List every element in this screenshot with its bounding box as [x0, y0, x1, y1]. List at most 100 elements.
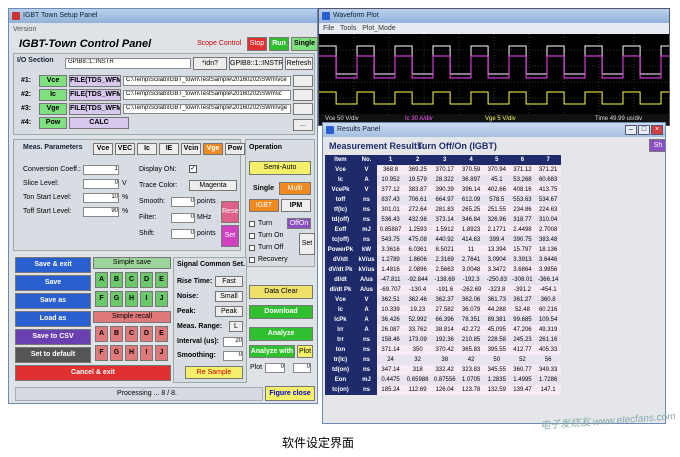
igbt-button[interactable]: IGBT: [249, 199, 279, 212]
turn-toggle[interactable]: OffOn: [287, 218, 311, 229]
menu-plot-mode[interactable]: Plot_Mode: [362, 25, 395, 32]
savegrid-slot-i[interactable]: I: [140, 291, 153, 307]
noise-select[interactable]: Small: [215, 291, 243, 302]
gpib-select-button[interactable]: GPIB8::1::INSTR: [229, 57, 283, 70]
savegrid-slot-h[interactable]: H: [125, 291, 138, 307]
browse-button-extra[interactable]: ...: [293, 119, 313, 131]
rise-time-select[interactable]: Fast: [215, 276, 243, 287]
plot-button[interactable]: Plot: [297, 345, 313, 358]
channel-source-button[interactable]: FILE(TDS_WFM): [69, 75, 121, 87]
recallgrid-slot-g[interactable]: G: [110, 345, 123, 361]
savegrid-slot-c[interactable]: C: [125, 272, 138, 288]
set-default-button[interactable]: Set to default: [15, 347, 91, 363]
channel-source-button[interactable]: FILE(TDS_WFM): [69, 103, 121, 115]
savegrid-slot-a[interactable]: A: [95, 272, 108, 288]
turn-off-checkbox[interactable]: [249, 245, 255, 251]
minimize-icon[interactable]: –: [625, 125, 637, 135]
savegrid-slot-d[interactable]: D: [140, 272, 153, 288]
ipm-button[interactable]: IPM: [281, 199, 311, 212]
recallgrid-slot-d[interactable]: D: [140, 326, 153, 342]
param-tab-vec[interactable]: VEC: [115, 143, 135, 155]
operation-set-button[interactable]: Set: [299, 233, 315, 255]
channel-path-input[interactable]: C:\Temp\Scilab\IGBT_town\TestSample\2016…: [123, 76, 291, 86]
plot-input-1[interactable]: 0: [265, 363, 285, 373]
channel-path-input[interactable]: C:\Temp\Scilab\IGBT_town\TestSample\2016…: [123, 104, 291, 114]
idn-button[interactable]: *idn?: [193, 57, 227, 70]
conv-coeff-input[interactable]: 1: [83, 165, 119, 175]
recallgrid-slot-j[interactable]: J: [155, 345, 168, 361]
save-exit-button[interactable]: Save & exit: [15, 257, 91, 273]
semi-auto-button[interactable]: Semi-Auto: [249, 161, 311, 175]
param-tab-ie[interactable]: IE: [159, 143, 179, 155]
maximize-icon[interactable]: □: [638, 125, 650, 135]
trace-color-select[interactable]: Magenta: [189, 180, 237, 191]
recallgrid-slot-f[interactable]: F: [95, 345, 108, 361]
reset-button[interactable]: Reset: [221, 201, 239, 223]
filter-input[interactable]: 0: [171, 213, 195, 223]
cancel-exit-button[interactable]: Cancel & exit: [15, 365, 171, 381]
single-button[interactable]: Single: [291, 37, 318, 51]
browse-button[interactable]: [293, 75, 313, 87]
channel-name-button[interactable]: Pow: [39, 117, 67, 129]
shift-input[interactable]: 0: [171, 229, 195, 239]
channel-name-button[interactable]: Vge: [39, 103, 67, 115]
param-tab-vcin[interactable]: Vcin: [181, 143, 201, 155]
browse-button[interactable]: [293, 103, 313, 115]
browse-button[interactable]: [293, 89, 313, 101]
peak-select[interactable]: Peak: [215, 306, 243, 317]
run-button[interactable]: Run: [269, 37, 289, 51]
recallgrid-slot-h[interactable]: H: [125, 345, 138, 361]
data-clear-button[interactable]: Data Clear: [249, 285, 313, 299]
channel-source-button[interactable]: CALC: [69, 117, 129, 129]
recallgrid-slot-a[interactable]: A: [95, 326, 108, 342]
meas-range-select[interactable]: L: [229, 321, 243, 332]
smoothing-input[interactable]: 0: [223, 351, 243, 361]
param-tab-pow[interactable]: Pow: [225, 143, 245, 155]
slice-level-input[interactable]: 0: [83, 179, 119, 189]
interval-input[interactable]: 20: [223, 337, 243, 347]
savegrid-slot-b[interactable]: B: [110, 272, 123, 288]
recallgrid-slot-i[interactable]: I: [140, 345, 153, 361]
analyze-button[interactable]: Analyze: [249, 327, 313, 341]
channel-source-button[interactable]: FILE(TDS_WFM): [69, 89, 121, 101]
turn-checkbox[interactable]: [249, 221, 255, 227]
side-tab[interactable]: Sh: [649, 139, 665, 152]
ton-input[interactable]: 10: [83, 193, 119, 203]
channel-name-button[interactable]: Ic: [39, 89, 67, 101]
stop-button[interactable]: Stop: [247, 37, 267, 51]
channel-name-button[interactable]: Vce: [39, 75, 67, 87]
figure-close-button[interactable]: Figure close: [265, 386, 315, 401]
smooth-input[interactable]: 0: [171, 197, 195, 207]
gpib-address-input[interactable]: GPIB8::1::INSTR: [65, 58, 191, 69]
toff-input[interactable]: 90: [83, 207, 119, 217]
load-as-button[interactable]: Load as: [15, 311, 91, 327]
savegrid-slot-j[interactable]: J: [155, 291, 168, 307]
recovery-checkbox[interactable]: [249, 257, 255, 263]
param-tab-vge[interactable]: Vge: [203, 143, 223, 155]
multi-mode-button[interactable]: Multi: [279, 182, 311, 195]
recallgrid-slot-c[interactable]: C: [125, 326, 138, 342]
menu-file[interactable]: File: [323, 25, 334, 32]
savegrid-slot-g[interactable]: G: [110, 291, 123, 307]
analyze-with-button[interactable]: Analyze with: [249, 345, 295, 358]
plot-input-2[interactable]: 0: [293, 363, 311, 373]
save-csv-button[interactable]: Save to CSV: [15, 329, 91, 345]
param-tab-ic[interactable]: Ic: [137, 143, 157, 155]
save-button[interactable]: Save: [15, 275, 91, 291]
download-button[interactable]: Download: [249, 305, 313, 319]
savegrid-slot-f[interactable]: F: [95, 291, 108, 307]
turn-on-checkbox[interactable]: [249, 233, 255, 239]
channel-path-input[interactable]: C:\Temp\Scilab\IGBT_town\TestSample\2016…: [123, 90, 291, 100]
refresh-button[interactable]: Refresh: [285, 57, 313, 70]
re-sample-button[interactable]: Re Sample: [185, 366, 243, 379]
savegrid-slot-e[interactable]: E: [155, 272, 168, 288]
close-icon[interactable]: ×: [651, 125, 663, 135]
recallgrid-slot-e[interactable]: E: [155, 326, 168, 342]
set-button[interactable]: Set: [221, 225, 239, 247]
save-as-button[interactable]: Save as: [15, 293, 91, 309]
menu-tools[interactable]: Tools: [340, 25, 356, 32]
single-mode-label[interactable]: Single: [253, 185, 274, 192]
display-on-checkbox[interactable]: ✓: [189, 165, 197, 173]
recallgrid-slot-b[interactable]: B: [110, 326, 123, 342]
param-tab-vce[interactable]: Vce: [93, 143, 113, 155]
